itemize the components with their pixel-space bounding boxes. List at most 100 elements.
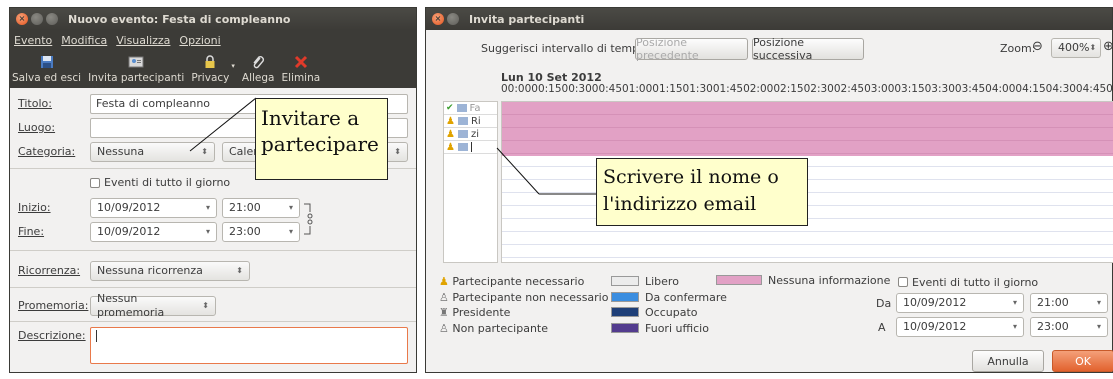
updown-icon: ⬍	[236, 266, 243, 275]
category-select[interactable]: Nessuna ⬍	[90, 142, 215, 162]
name-email-callout: Scrivere il nome o l'indirizzo email	[596, 158, 808, 226]
description-textarea[interactable]	[90, 327, 408, 364]
dropdown-arrow-icon[interactable]: ▾	[289, 225, 293, 239]
legend-item: Fuori ufficio	[611, 321, 727, 337]
minimize-icon[interactable]	[447, 13, 459, 25]
dropdown-arrow-icon[interactable]: ▾	[1097, 296, 1101, 310]
check-icon: ✔	[446, 103, 454, 113]
checkbox[interactable]	[898, 277, 908, 287]
delete-icon	[294, 55, 307, 69]
privacy-button[interactable]: Privacy ▾	[191, 54, 235, 84]
end-time-input[interactable]: 23:00 ▾	[222, 222, 300, 242]
recurrence-label: Ricorrenza:	[18, 264, 81, 277]
maximize-icon[interactable]	[46, 13, 58, 25]
close-icon[interactable]: ×	[16, 13, 28, 25]
start-label: Inizio:	[18, 201, 51, 214]
legend-item: ♜ Presidente	[439, 306, 511, 319]
next-slot-button[interactable]: Posizione successiva	[752, 36, 864, 62]
invite-attendees-button[interactable]: Invita partecipanti	[88, 54, 184, 84]
reminder-label: Promemoria:	[18, 299, 89, 312]
zoom-label: Zoom:	[1000, 42, 1036, 55]
menu-visualizza[interactable]: Visualizza	[116, 34, 170, 47]
close-icon[interactable]: ×	[432, 13, 444, 25]
suggest-label: Suggerisci intervallo di tempo:	[481, 42, 650, 55]
list-item[interactable]: ✔ Fa	[444, 102, 497, 115]
updown-icon: ⬍	[202, 301, 209, 310]
end-label: Fine:	[18, 225, 45, 238]
save-and-close-button[interactable]: Salva ed esci	[12, 54, 81, 84]
to-date-input[interactable]: 10/09/2012 ▾	[896, 317, 1024, 337]
invite-titlebar: × Invita partecipanti	[426, 8, 1112, 30]
minimize-icon[interactable]	[31, 13, 43, 25]
legend-item: ♙ Non partecipante	[439, 321, 549, 335]
from-date-input[interactable]: 10/09/2012 ▾	[896, 293, 1024, 313]
time-header: 00:0000:1500:3000:4501:0001:1501:3001:45…	[501, 83, 1113, 95]
recurrence-select[interactable]: Nessuna ricorrenza ⬍	[90, 261, 250, 281]
address-card-icon	[457, 130, 468, 138]
no-info-swatch	[716, 275, 762, 285]
list-item[interactable]: ♟ Ri	[444, 115, 497, 128]
text-cursor	[470, 142, 472, 152]
reminder-select[interactable]: Nessun promemoria ⬍	[90, 292, 216, 319]
start-time-input[interactable]: 21:00 ▾	[222, 198, 300, 218]
no-info-band	[502, 102, 1113, 156]
dropdown-arrow-icon[interactable]: ▾	[1097, 320, 1101, 334]
checkbox[interactable]	[90, 177, 100, 188]
invite-callout: Invitare a partecipare	[255, 98, 388, 180]
updown-icon: ⬍	[394, 147, 401, 156]
link-times-icon[interactable]	[302, 202, 314, 236]
delete-button[interactable]: Elimina	[281, 54, 320, 84]
divider	[10, 321, 416, 322]
to-time-input[interactable]: 23:00 ▾	[1030, 317, 1108, 337]
from-label: Da	[876, 297, 892, 310]
list-item[interactable]: ♟ zi	[444, 128, 497, 141]
busy-swatch	[611, 307, 639, 317]
menu-bar: Evento Modifica Visualizza Opzioni	[10, 30, 416, 50]
attach-button[interactable]: Allega	[242, 54, 274, 84]
address-card-icon	[456, 104, 467, 112]
from-time-input[interactable]: 21:00 ▾	[1030, 293, 1108, 313]
window-title: Nuovo evento: Festa di compleanno	[68, 12, 291, 26]
chair-icon: ♜	[439, 306, 449, 319]
dropdown-arrow-icon[interactable]: ▾	[1013, 320, 1017, 334]
allday-checkbox[interactable]: Eventi di tutto il giorno	[90, 176, 230, 189]
location-label: Luogo:	[18, 121, 56, 134]
updown-icon: ⬍	[1089, 43, 1097, 52]
out-of-office-swatch	[611, 322, 639, 333]
invite-icon	[128, 56, 144, 68]
invite-attendees-window: × Invita partecipanti Suggerisci interva…	[425, 7, 1113, 373]
dropdown-arrow-icon[interactable]: ▾	[289, 201, 293, 215]
window-title: Invita partecipanti	[469, 12, 585, 26]
dropdown-arrow-icon[interactable]: ▾	[206, 225, 210, 239]
paperclip-icon	[253, 56, 265, 69]
person-icon: ♟	[446, 141, 455, 153]
legend-item: Occupato	[611, 305, 727, 321]
event-editor-window: × Nuovo evento: Festa di compleanno Even…	[9, 7, 417, 373]
title-label: Titolo:	[18, 97, 52, 110]
dropdown-arrow-icon[interactable]: ▾	[1013, 296, 1017, 310]
menu-evento[interactable]: Evento	[14, 34, 52, 47]
text-cursor	[96, 330, 97, 342]
dropdown-arrow-icon[interactable]: ▾	[206, 201, 210, 215]
address-card-icon	[457, 117, 468, 125]
legend-item: ♙ Partecipante non necessario	[439, 290, 609, 304]
zoom-in-icon[interactable]: ⊕	[1103, 39, 1113, 54]
previous-slot-button[interactable]: Posizione precedente	[635, 36, 748, 62]
zoom-select[interactable]: 400% ⬍	[1051, 38, 1101, 58]
allday-checkbox[interactable]: Eventi di tutto il giorno	[898, 276, 1038, 289]
person-icon: ♟	[446, 128, 455, 140]
menu-modifica[interactable]: Modifica	[61, 34, 107, 47]
cancel-button[interactable]: Annulla	[972, 350, 1044, 372]
ok-button[interactable]: OK	[1052, 350, 1113, 372]
optional-person-icon: ♙	[439, 290, 449, 304]
start-date-input[interactable]: 10/09/2012 ▾	[90, 198, 217, 218]
menu-opzioni[interactable]: Opzioni	[179, 34, 220, 47]
end-date-input[interactable]: 10/09/2012 ▾	[90, 222, 217, 242]
updown-icon: ⬍	[201, 147, 208, 156]
legend-item: ♟ Partecipante necessario	[439, 275, 585, 288]
zoom-out-icon[interactable]: ⊖	[1032, 39, 1043, 54]
attendee-input-row[interactable]: ♟	[444, 141, 497, 154]
address-card-icon	[457, 143, 468, 151]
toolbar: Salva ed esci Invita partecipanti Privac…	[10, 50, 416, 88]
legend-item: Da confermare	[611, 290, 727, 306]
